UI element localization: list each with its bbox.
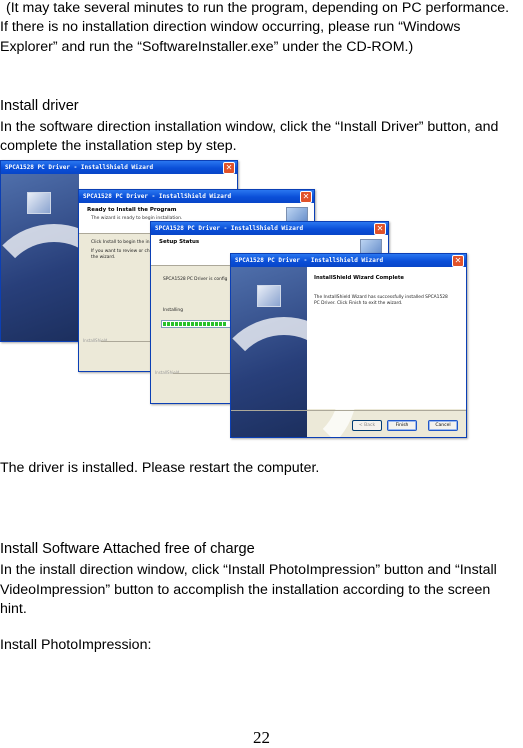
complete-text-2: PC Driver. Click Finish to exit the wiza… — [314, 301, 403, 306]
body-text-1: SPCA1528 PC Driver is config — [163, 277, 228, 282]
wizard-side-panel — [231, 267, 357, 437]
photoimpression-label: Install PhotoImpression: — [0, 637, 152, 653]
wizard-content: InstallShield Wizard Complete The Instal… — [307, 267, 466, 409]
body-text-2: If you want to review or ch — [91, 249, 150, 254]
window-title-bar: SPCA1528 PC Driver - InstallShield Wizar… — [1, 161, 237, 174]
install-driver-line-2: complete the installation step by step. — [0, 138, 237, 154]
close-icon[interactable]: ✕ — [223, 162, 235, 174]
close-icon[interactable]: ✕ — [452, 255, 464, 267]
window-title-bar: SPCA1528 PC Driver - InstallShield Wizar… — [231, 254, 466, 267]
software-line-1: In the install direction window, click “… — [0, 562, 497, 578]
complete-title: InstallShield Wizard Complete — [314, 275, 405, 281]
window-title: SPCA1528 PC Driver - InstallShield Wizar… — [5, 164, 154, 171]
body-text-2: Installing — [163, 308, 184, 313]
cancel-button[interactable]: Cancel — [428, 420, 458, 431]
driver-installed-text: The driver is installed. Please restart … — [0, 460, 320, 476]
divider — [231, 410, 466, 411]
wizard-buttons: < Back Finish Cancel — [352, 420, 458, 431]
back-button[interactable]: < Back — [352, 420, 382, 431]
body-text-1: Click Install to begin the in — [91, 240, 150, 245]
window-title-bar: SPCA1528 PC Driver - InstallShield Wizar… — [79, 190, 314, 203]
wizard-side-panel — [1, 174, 127, 341]
close-icon[interactable]: ✕ — [300, 191, 312, 203]
software-line-2: VideoImpression” button to accomplish th… — [0, 582, 491, 598]
intro-line-3: Explorer” and run the “SoftwareInstaller… — [0, 39, 414, 55]
finish-button[interactable]: Finish — [387, 420, 417, 431]
close-icon[interactable]: ✕ — [374, 223, 386, 235]
intro-line-1: (It may take several minutes to run the … — [6, 0, 510, 16]
computer-icon — [257, 285, 281, 307]
complete-text-1: The InstallShield Wizard has successfull… — [314, 295, 448, 300]
computer-icon — [27, 192, 51, 214]
intro-line-2: If there is no installation direction wi… — [0, 19, 461, 35]
body-text-3: the wizard. — [91, 255, 116, 260]
window-title-bar: SPCA1528 PC Driver - InstallShield Wizar… — [151, 222, 388, 235]
page-number: 22 — [253, 728, 270, 747]
install-driver-line-1: In the software direction installation w… — [0, 119, 499, 135]
window-title: SPCA1528 PC Driver - InstallShield Wizar… — [235, 257, 384, 264]
install-driver-heading: Install driver — [0, 98, 79, 114]
software-line-3: hint. — [0, 601, 27, 617]
window-title: SPCA1528 PC Driver - InstallShield Wizar… — [83, 193, 232, 200]
wizard-window-complete: SPCA1528 PC Driver - InstallShield Wizar… — [230, 253, 467, 438]
header-title: Ready to Install the Program — [87, 207, 177, 213]
header-title: Setup Status — [159, 239, 200, 245]
software-heading: Install Software Attached free of charge — [0, 541, 255, 557]
window-title: SPCA1528 PC Driver - InstallShield Wizar… — [155, 225, 304, 232]
